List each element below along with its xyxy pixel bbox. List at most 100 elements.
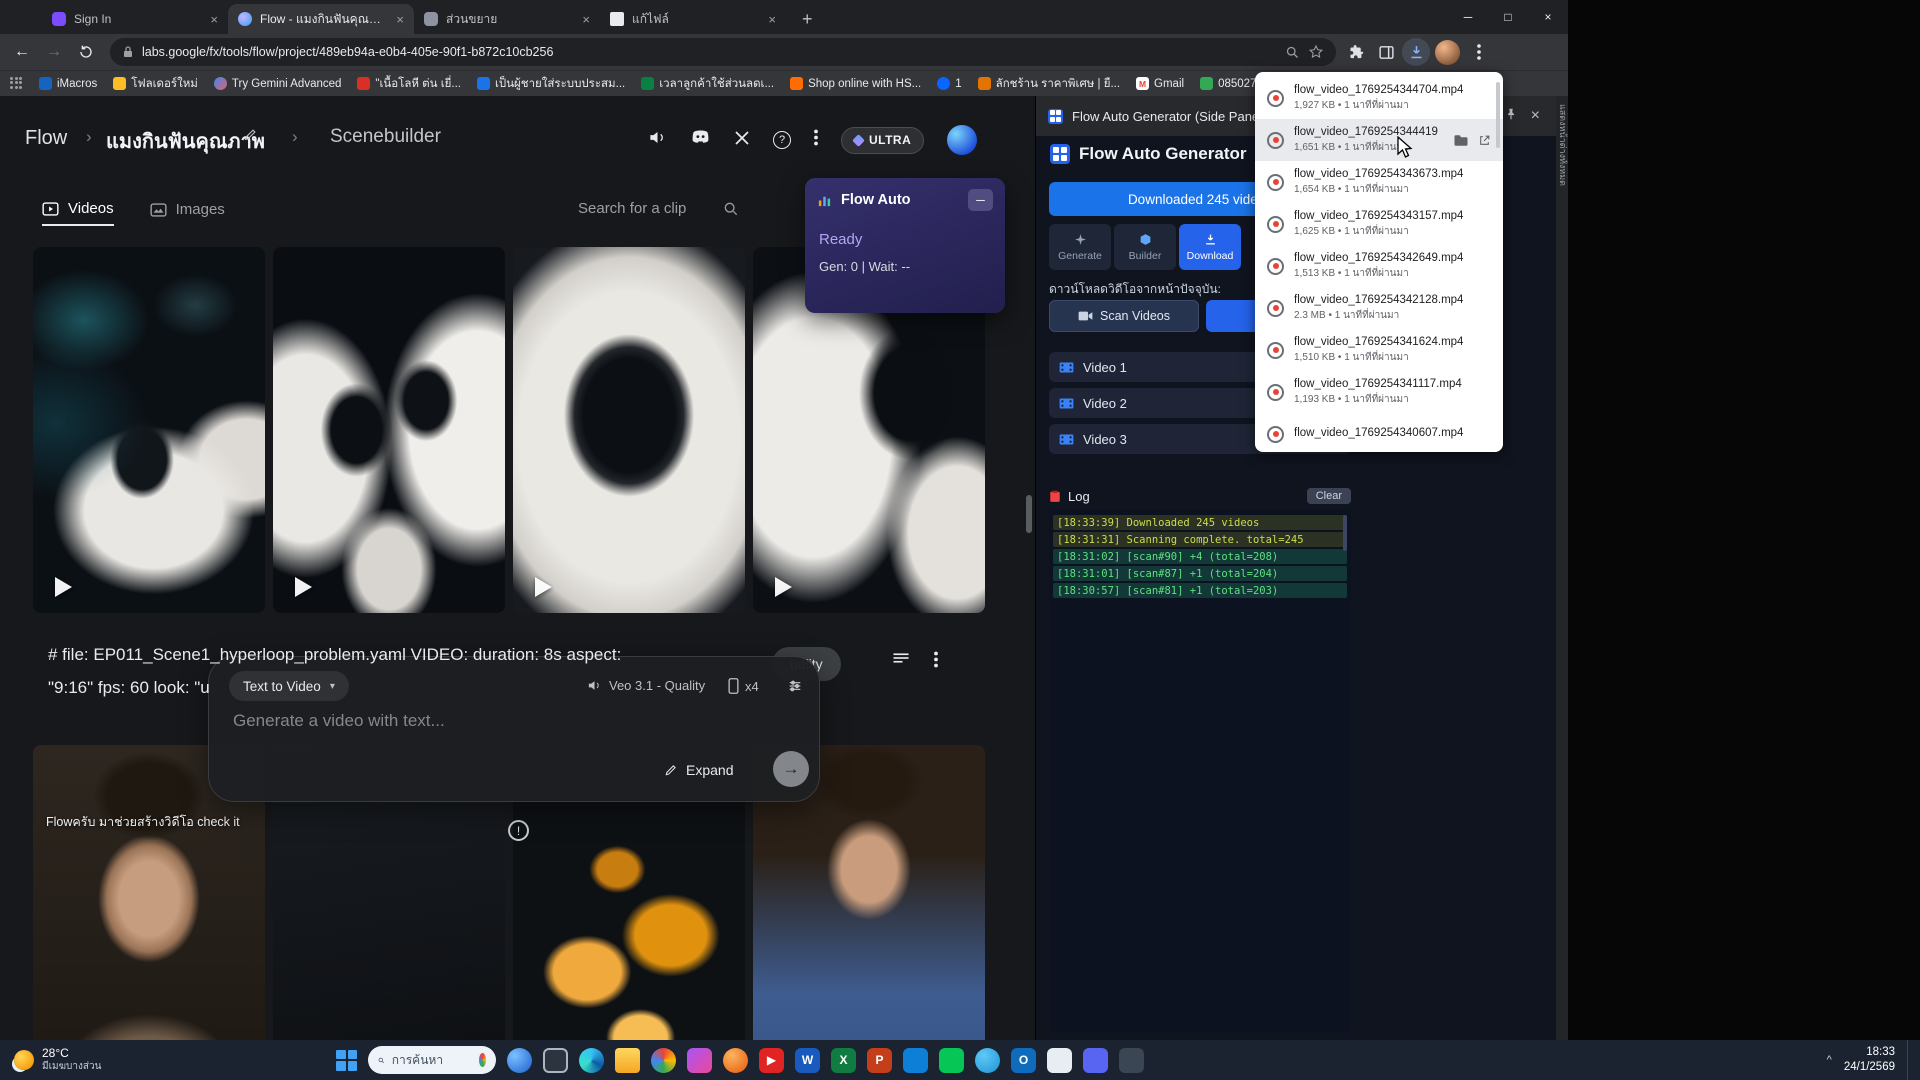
page-scrollbar[interactable]	[1026, 495, 1032, 533]
clip-more-icon[interactable]	[934, 651, 938, 673]
zoom-icon[interactable]	[1285, 45, 1300, 60]
profile-avatar[interactable]	[1435, 40, 1460, 65]
tab-close-icon[interactable]: ×	[582, 12, 590, 27]
forward-icon[interactable]: →	[40, 38, 68, 66]
account-avatar[interactable]	[947, 125, 977, 155]
reload-icon[interactable]	[72, 38, 100, 66]
open-file-icon[interactable]	[1478, 134, 1491, 147]
tab-builder[interactable]: Builder	[1114, 224, 1176, 270]
sound-icon[interactable]	[648, 128, 667, 152]
show-in-folder-icon[interactable]	[1453, 134, 1469, 147]
bookmark-star-icon[interactable]	[1308, 44, 1324, 60]
play-icon[interactable]	[55, 577, 72, 597]
taskbar-icon-telegram[interactable]	[975, 1048, 1000, 1073]
download-item[interactable]: flow_video_1769254340607.mp4	[1255, 413, 1503, 452]
start-button[interactable]	[336, 1050, 357, 1071]
apps-grid-icon[interactable]	[10, 77, 24, 91]
taskbar-icon-chrome[interactable]	[651, 1048, 676, 1073]
settings-sliders-icon[interactable]	[787, 678, 803, 699]
download-item[interactable]: flow_video_1769254343673.mp41,654 KB • 1…	[1255, 161, 1503, 203]
prompt-input[interactable]	[233, 711, 653, 731]
url-bar[interactable]: labs.google/fx/tools/flow/project/489eb9…	[110, 38, 1336, 66]
output-count[interactable]: x4	[728, 678, 759, 694]
show-desktop-button[interactable]	[1907, 1040, 1910, 1080]
taskbar-icon-notepad[interactable]	[1047, 1048, 1072, 1073]
taskbar-search-input[interactable]	[392, 1053, 472, 1067]
side-strip[interactable]: แสดงหน้าต่างทั้งหมด	[1556, 96, 1568, 1040]
download-item[interactable]: flow_video_1769254344704.mp41,927 KB • 1…	[1255, 77, 1503, 119]
tab-extensions[interactable]: ส่วนขยาย ×	[414, 4, 600, 34]
tab-download[interactable]: Download	[1179, 224, 1241, 270]
taskbar-icon-powerpoint[interactable]: P	[867, 1048, 892, 1073]
bookmark-item[interactable]: เวลาลูกค้าใช้ส่วนลดเ...	[634, 72, 781, 96]
play-icon[interactable]	[535, 577, 552, 597]
download-item[interactable]: flow_video_1769254341624.mp41,510 KB • 1…	[1255, 329, 1503, 371]
back-icon[interactable]: ←	[8, 38, 36, 66]
tab-images[interactable]: Images	[150, 200, 225, 226]
side-panel-icon[interactable]	[1372, 38, 1400, 66]
flow-logo[interactable]: Flow	[25, 127, 67, 150]
taskbar-icon-line[interactable]	[939, 1048, 964, 1073]
widget-header[interactable]: Flow Auto ─	[805, 178, 1005, 219]
taskbar-icon-photos[interactable]	[687, 1048, 712, 1073]
log-scrollbar[interactable]	[1343, 515, 1347, 551]
weather-widget[interactable]: 28°C มีเมฆบางส่วน	[6, 1040, 109, 1080]
bookmark-meta[interactable]: 1	[930, 74, 968, 93]
tab-close-icon[interactable]: ×	[768, 12, 776, 27]
tab-flow[interactable]: Flow - แมงกินฟันคุณภาพ ×	[228, 4, 414, 34]
taskbar-icon-excel[interactable]: X	[831, 1048, 856, 1073]
taskbar-search[interactable]	[368, 1046, 496, 1074]
taskbar-icon-settings[interactable]	[1119, 1048, 1144, 1073]
popup-scrollbar[interactable]	[1496, 82, 1500, 148]
taskbar-icon-copilot[interactable]	[507, 1048, 532, 1073]
taskbar-icon-vscode[interactable]	[903, 1048, 928, 1073]
bookmark-imacros[interactable]: iMacros	[32, 74, 104, 93]
bookmark-gemini[interactable]: Try Gemini Advanced	[207, 74, 349, 93]
tab-videos[interactable]: Videos	[42, 200, 114, 226]
taskbar-icon-word[interactable]: W	[795, 1048, 820, 1073]
bookmark-shop[interactable]: Shop online with HS...	[783, 74, 928, 93]
download-item[interactable]: flow_video_1769254342128.mp42.3 MB • 1 น…	[1255, 287, 1503, 329]
more-options-icon[interactable]	[814, 129, 818, 151]
video-thumbnail[interactable]	[513, 247, 745, 613]
bookmark-item[interactable]: ลักชร้าน ราคาพิเศษ | ยื...	[971, 72, 1127, 96]
download-item[interactable]: flow_video_1769254341117.mp41,193 KB • 1…	[1255, 371, 1503, 413]
edit-title-icon[interactable]	[243, 127, 258, 147]
video-thumbnail[interactable]	[33, 247, 265, 613]
video-thumbnail[interactable]	[273, 247, 505, 613]
bookmark-item[interactable]: เป็นผู้ชายใส่ระบบประสม...	[470, 72, 632, 96]
taskbar-icon-outlook[interactable]: O	[1011, 1048, 1036, 1073]
widget-minimize-button[interactable]: ─	[968, 189, 993, 211]
captions-icon[interactable]	[892, 651, 910, 673]
downloads-icon[interactable]	[1402, 38, 1430, 66]
taskbar-clock[interactable]: 18:33 24/1/2569	[1844, 1045, 1895, 1075]
taskbar-icon-discord[interactable]	[1083, 1048, 1108, 1073]
taskbar-icon-file-explorer[interactable]	[615, 1048, 640, 1073]
clip-search-input[interactable]	[578, 200, 713, 217]
play-icon[interactable]	[295, 577, 312, 597]
x-social-icon[interactable]	[734, 130, 750, 151]
taskbar-icon-edge[interactable]	[579, 1048, 604, 1073]
scan-videos-button[interactable]: Scan Videos	[1049, 300, 1199, 332]
tab-generate[interactable]: Generate	[1049, 224, 1111, 270]
tab-close-icon[interactable]: ×	[396, 12, 404, 27]
pin-icon[interactable]	[1504, 107, 1518, 126]
tab-edit-file[interactable]: แก้ไฟล์ ×	[600, 4, 786, 34]
minimize-button[interactable]: ─	[1448, 0, 1488, 34]
browser-menu-icon[interactable]	[1465, 38, 1493, 66]
help-icon[interactable]: ?	[773, 131, 791, 149]
tray-chevron-icon[interactable]: ^	[1827, 1054, 1832, 1066]
log-console[interactable]: [18:33:39] Downloaded 245 videos [18:31:…	[1049, 510, 1351, 1033]
new-tab-button[interactable]: +	[792, 4, 823, 34]
taskbar-icon-firefox[interactable]	[723, 1048, 748, 1073]
bookmark-gmail[interactable]: MGmail	[1129, 74, 1191, 93]
clear-log-button[interactable]: Clear	[1307, 488, 1351, 504]
tab-sign-in[interactable]: Sign In ×	[42, 4, 228, 34]
maximize-button[interactable]: □	[1488, 0, 1528, 34]
taskbar-icon-task-view[interactable]	[543, 1048, 568, 1073]
bookmark-new-folder[interactable]: โฟลเดอร์ใหม่	[106, 72, 205, 96]
close-button[interactable]: ×	[1528, 0, 1568, 34]
play-icon[interactable]	[775, 577, 792, 597]
expand-button[interactable]: Expand	[664, 762, 733, 778]
download-item[interactable]: flow_video_1769254343157.mp41,625 KB • 1…	[1255, 203, 1503, 245]
